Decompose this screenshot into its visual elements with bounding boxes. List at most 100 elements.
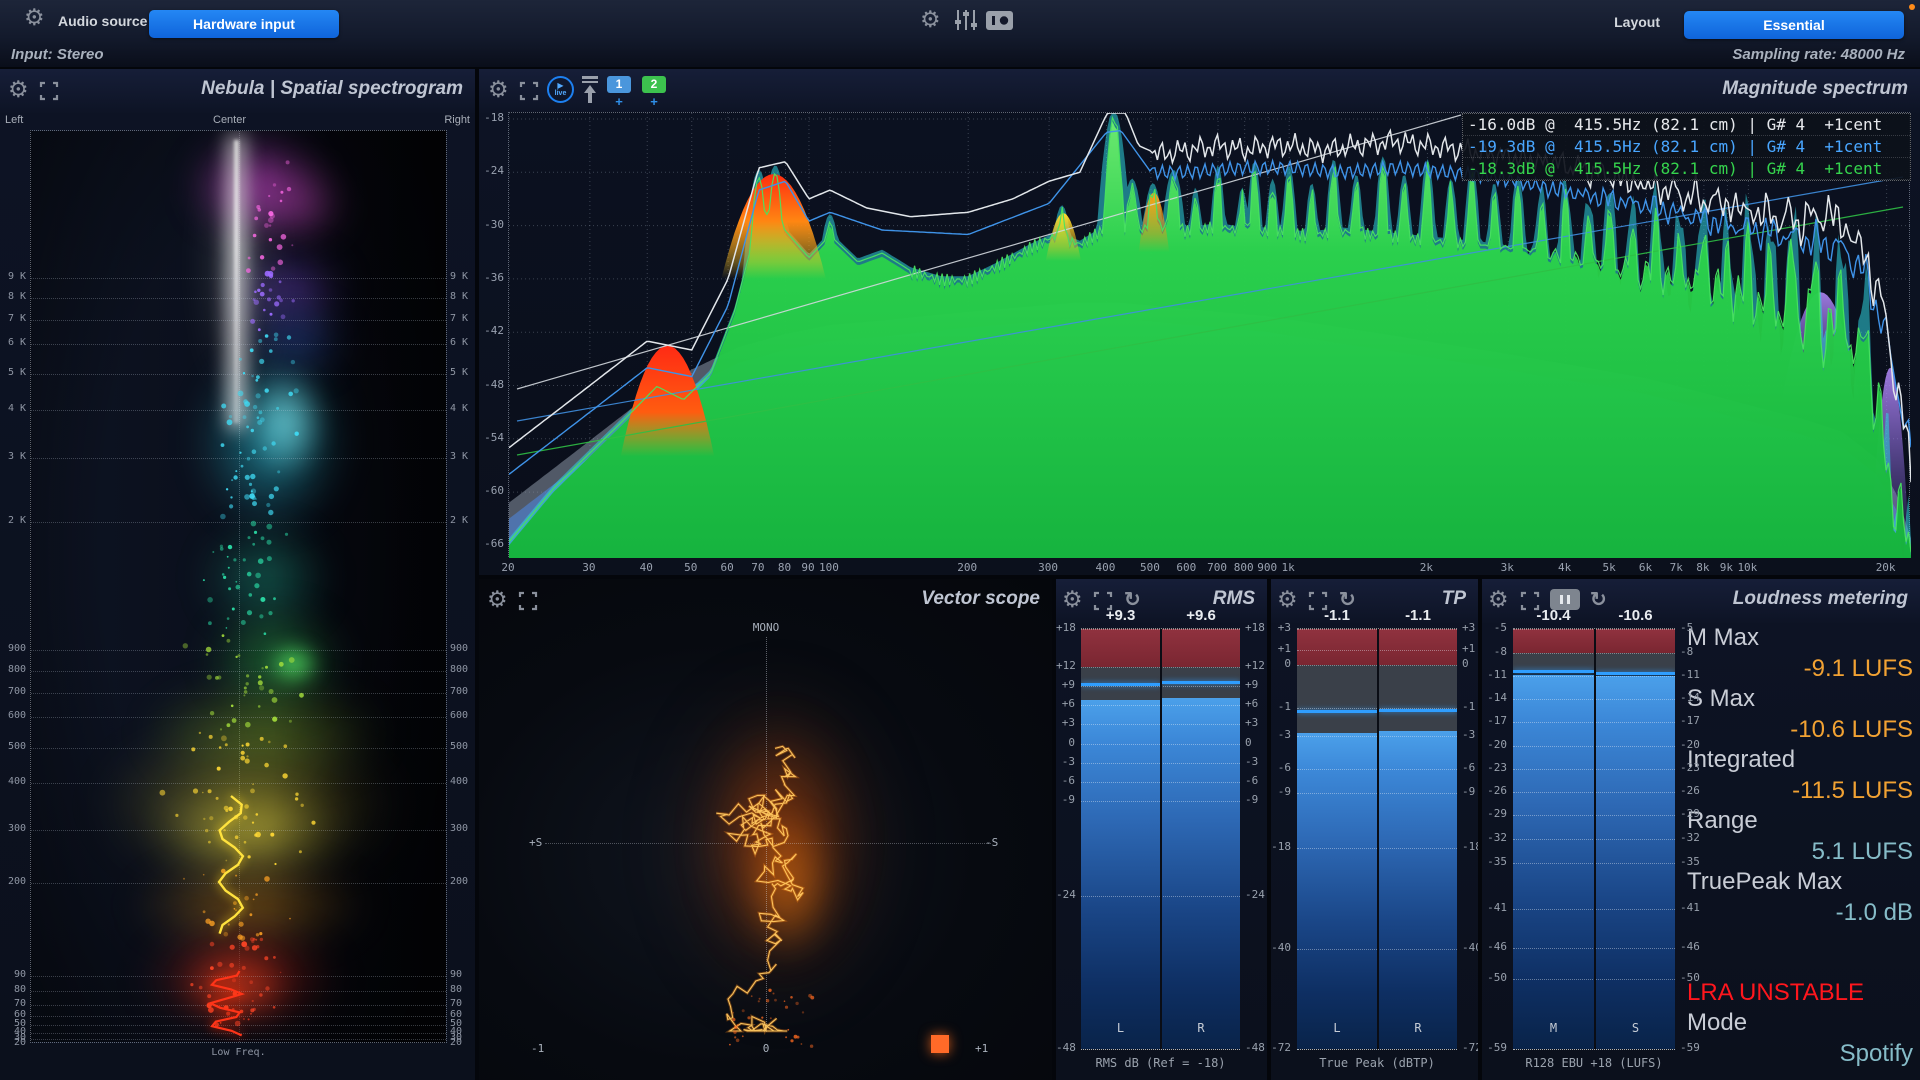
- tp-panel-tick-left: -1: [1271, 700, 1291, 713]
- meter-channel-label: L: [1297, 1021, 1377, 1035]
- tp-panel-value-R: -1.1: [1379, 607, 1457, 624]
- rms-panel-tick-left: +6: [1056, 697, 1075, 710]
- rms-panel-tick-left: -24: [1056, 888, 1075, 901]
- loudness-panel-tick-right: -50: [1680, 971, 1700, 984]
- nebula-plot[interactable]: [30, 130, 447, 1043]
- tp-caption: True Peak (dBTP): [1297, 1056, 1457, 1070]
- loudness-panel-tick-left: -23: [1482, 761, 1507, 774]
- magnitude-gear-icon[interactable]: ⚙: [488, 78, 509, 101]
- loudness-panel: ⚙ ↻ Loudness metering R128 EBU +18 (LUFS…: [1482, 579, 1920, 1080]
- audio-source-gear-icon[interactable]: ⚙: [24, 6, 45, 29]
- nebula-bottom-label: Low Freq.: [30, 1047, 447, 1058]
- play-icon: ▶: [549, 81, 572, 90]
- loudness-mode-value[interactable]: Spotify: [1687, 1038, 1913, 1069]
- loudness-panel-tick-right: -23: [1680, 761, 1700, 774]
- settings-gear-icon[interactable]: ⚙: [920, 8, 941, 31]
- tp-panel-tick-right: +3: [1462, 621, 1475, 634]
- nebula-freq-tick-left: 700: [1, 686, 26, 697]
- move-to-top-icon[interactable]: [581, 76, 599, 104]
- hardware-input-button[interactable]: Hardware input: [149, 10, 339, 38]
- loudness-panel-tick-right: -46: [1680, 940, 1700, 953]
- loudness-stat-row: Range5.1 LUFS: [1687, 806, 1913, 867]
- meter-peak-line: [1379, 709, 1457, 712]
- rms-panel-tick-right: 0: [1245, 736, 1252, 749]
- tp-panel-tick-left: -18: [1271, 840, 1291, 853]
- freq-tick-label: 50: [674, 561, 708, 574]
- curve-1-add-button[interactable]: +: [607, 94, 631, 109]
- loudness-stat-label: TruePeak Max: [1687, 867, 1913, 897]
- meter-gray-zone: [1297, 665, 1377, 733]
- rms-gear-icon[interactable]: ⚙: [1062, 588, 1083, 611]
- curve-1-badge[interactable]: 1: [607, 76, 631, 93]
- loudness-panel-tick-left: -29: [1482, 807, 1507, 820]
- rms-panel-tick-right: +9: [1245, 678, 1258, 691]
- meter-divider: [1160, 629, 1162, 1049]
- db-tick-label: -54: [481, 431, 504, 444]
- nebula-freq-tick-right: 5 K: [450, 367, 468, 378]
- vectorscope-fullscreen-icon[interactable]: [517, 590, 539, 612]
- loudness-panel-tick-right: -20: [1680, 738, 1700, 751]
- nebula-freq-tick-right: 900: [450, 643, 468, 654]
- audio-source-label: Audio source: [58, 13, 147, 29]
- rms-panel-value-R: +9.6: [1162, 607, 1240, 624]
- curve-2-badge[interactable]: 2: [642, 76, 666, 93]
- vectorscope-gear-icon[interactable]: ⚙: [487, 588, 508, 611]
- meter-fill: [1162, 698, 1240, 1049]
- tp-gear-icon[interactable]: ⚙: [1277, 588, 1298, 611]
- meter-red-zone: [1081, 629, 1160, 667]
- nebula-freq-tick-right: 800: [450, 664, 468, 675]
- curve-2-add-button[interactable]: +: [642, 94, 666, 109]
- nebula-freq-tick-left: 70: [1, 998, 26, 1009]
- nebula-freq-tick-right: 70: [450, 998, 462, 1009]
- nebula-freq-tick-left: 600: [1, 710, 26, 721]
- rms-panel-tick-right: +6: [1245, 697, 1258, 710]
- loudness-gear-icon[interactable]: ⚙: [1488, 588, 1509, 611]
- loudness-stat-label: S Max: [1687, 684, 1913, 714]
- loudness-lra-warning: LRA UNSTABLE: [1687, 977, 1913, 1008]
- meter-channel-label: R: [1379, 1021, 1457, 1035]
- loudness-mode-label: Mode: [1687, 1008, 1913, 1038]
- meter-red-zone: [1379, 629, 1457, 665]
- meter-fill: [1297, 733, 1377, 1049]
- tp-panel-tick-left: -9: [1271, 785, 1291, 798]
- loudness-panel-value-S: -10.6: [1596, 607, 1675, 624]
- nebula-freq-tick-left: 9 K: [1, 271, 26, 282]
- essential-button[interactable]: Essential: [1684, 11, 1904, 39]
- loudness-panel-tick-right: -35: [1680, 855, 1700, 868]
- meter-gray-zone: [1513, 653, 1594, 672]
- db-tick-label: -66: [481, 537, 504, 550]
- rms-panel-channel-L: L: [1081, 629, 1160, 1049]
- io-routing-icon[interactable]: [986, 11, 1013, 30]
- loudness-panel-tick-right: -14: [1680, 691, 1700, 704]
- tp-panel-meter-area: LR: [1297, 628, 1457, 1050]
- app: ⚙ Audio source Hardware input Input: Ste…: [0, 0, 1920, 1080]
- nebula-fullscreen-icon[interactable]: [38, 80, 60, 102]
- notification-dot: [1909, 4, 1915, 10]
- meter-red-zone: [1162, 629, 1240, 667]
- meter-channel-label: M: [1513, 1021, 1594, 1035]
- magnitude-title: Magnitude spectrum: [1722, 78, 1908, 100]
- nebula-freq-tick-left: 80: [1, 984, 26, 995]
- layout-label: Layout: [1596, 14, 1660, 30]
- db-tick-label: -30: [481, 218, 504, 231]
- tp-panel-tick-right: -6: [1462, 761, 1475, 774]
- live-button[interactable]: ▶ live: [547, 76, 574, 103]
- readout-row: -18.3dB @ 415.5Hz (82.1 cm) | G# 4 +1cen…: [1463, 158, 1910, 180]
- magnitude-fullscreen-icon[interactable]: [518, 80, 540, 102]
- rms-panel-meter-area: LR: [1081, 628, 1240, 1050]
- nebula-gear-icon[interactable]: ⚙: [8, 78, 29, 101]
- meter-divider: [1377, 629, 1379, 1049]
- meter-channel-label: S: [1596, 1021, 1675, 1035]
- db-tick-label: -48: [481, 378, 504, 391]
- loudness-panel-meter-area: MS: [1513, 628, 1675, 1050]
- db-tick-label: -24: [481, 164, 504, 177]
- tp-panel-value-L: -1.1: [1297, 607, 1377, 624]
- nebula-freq-tick-left: 7 K: [1, 313, 26, 324]
- freq-tick-label: 20: [491, 561, 525, 574]
- mixer-sliders-icon[interactable]: [954, 9, 978, 31]
- rms-panel-tick-right: -9: [1245, 793, 1258, 806]
- nebula-title: Nebula | Spatial spectrogram: [201, 78, 463, 100]
- loudness-panel-tick-left: -14: [1482, 691, 1507, 704]
- nebula-freq-tick-left: 800: [1, 664, 26, 675]
- loudness-panel-tick-right: -32: [1680, 831, 1700, 844]
